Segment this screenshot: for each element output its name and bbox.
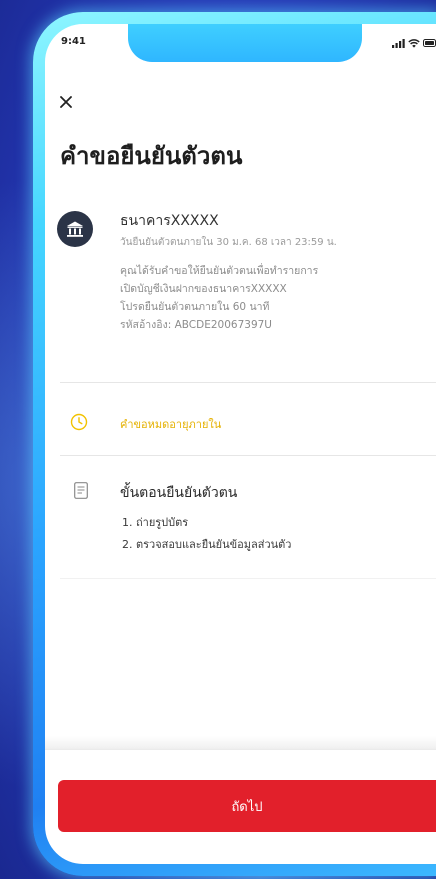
- close-button[interactable]: [58, 94, 74, 110]
- description-line: เปิดบัญชีเงินฝากของธนาคารXXXXX: [120, 283, 287, 295]
- divider: [60, 382, 436, 383]
- divider: [60, 578, 436, 579]
- request-deadline: วันยืนยันตัวตนภายใน 30 ม.ค. 68 เวลา 23:5…: [120, 237, 337, 248]
- signal-icon: [392, 38, 405, 48]
- close-icon: [60, 96, 72, 108]
- phone-screen: 9:41 คำขอยืนยันตัวตน ธนาคารXXXXX วันยืนย…: [45, 24, 436, 864]
- step-item: 2. ตรวจสอบและยืนยันข้อมูลส่วนตัว: [122, 538, 292, 551]
- step-item: 1. ถ่ายรูปบัตร: [122, 516, 189, 529]
- document-icon: [74, 482, 88, 499]
- description-line: คุณได้รับคำขอให้ยืนยันตัวตนเพื่อทำรายการ: [120, 265, 319, 277]
- status-time: 9:41: [61, 36, 86, 47]
- phone-frame: 9:41 คำขอยืนยันตัวตน ธนาคารXXXXX วันยืนย…: [33, 12, 436, 876]
- clock-icon: [70, 413, 88, 431]
- description-line: รหัสอ้างอิง: ABCDE20067397U: [120, 319, 272, 331]
- bank-name: ธนาคารXXXXX: [120, 213, 219, 229]
- request-description: คุณได้รับคำขอให้ยืนยันตัวตนเพื่อทำรายการ…: [120, 262, 426, 334]
- divider: [60, 455, 436, 456]
- page-title: คำขอยืนยันตัวตน: [60, 142, 243, 170]
- steps-heading: ขั้นตอนยืนยันตัวตน: [120, 485, 238, 501]
- bank-icon: [57, 211, 93, 247]
- description-line: โปรดยืนยันตัวตนภายใน 60 นาที: [120, 301, 270, 313]
- battery-icon: [423, 39, 436, 47]
- footer-shade: [45, 736, 436, 750]
- next-button[interactable]: ถัดไป: [58, 780, 436, 832]
- next-button-label: ถัดไป: [231, 799, 263, 815]
- notice-text: คำขอหมดอายุภายใน: [120, 418, 222, 431]
- status-icons: [392, 38, 436, 48]
- phone-notch: [128, 24, 362, 62]
- wifi-icon: [408, 38, 420, 48]
